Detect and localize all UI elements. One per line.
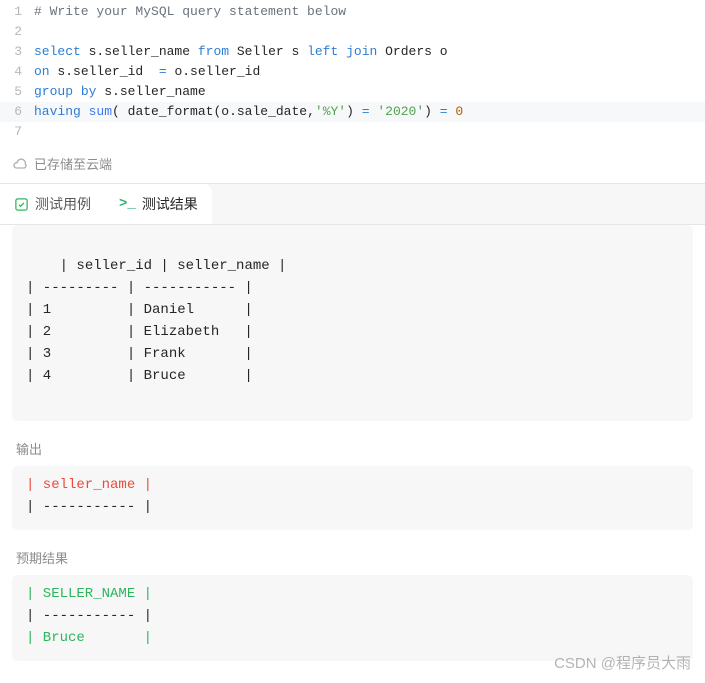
tab-test-results-label: 测试结果	[142, 194, 198, 214]
code-text[interactable]: on s.seller_id = o.seller_id	[34, 62, 705, 82]
tab-bar-wrap: 测试用例 >_ 测试结果	[0, 184, 705, 225]
output-label: 输出	[12, 425, 693, 466]
code-text[interactable]: select s.seller_name from Seller s left …	[34, 42, 705, 62]
line-number: 7	[0, 122, 34, 142]
output-row: | ----------- |	[26, 496, 679, 518]
output-block: | seller_name || ----------- |	[12, 466, 693, 530]
line-number: 6	[0, 102, 34, 122]
checkbox-icon	[14, 197, 29, 212]
editor-line[interactable]: 6having sum( date_format(o.sale_date,'%Y…	[0, 102, 705, 122]
tab-test-cases[interactable]: 测试用例	[0, 184, 105, 224]
prompt-icon: >_	[119, 196, 136, 212]
line-number: 2	[0, 22, 34, 42]
expected-row: | SELLER_NAME |	[26, 583, 679, 605]
tab-test-cases-label: 测试用例	[35, 194, 91, 214]
editor-line[interactable]: 5group by s.seller_name	[0, 82, 705, 102]
code-text[interactable]: group by s.seller_name	[34, 82, 705, 102]
line-number: 3	[0, 42, 34, 62]
cloud-icon	[12, 156, 28, 172]
input-table-text: | seller_id | seller_name | | --------- …	[26, 258, 286, 384]
output-row: | seller_name |	[26, 474, 679, 496]
editor-line[interactable]: 4on s.seller_id = o.seller_id	[0, 62, 705, 82]
code-text[interactable]: having sum( date_format(o.sale_date,'%Y'…	[34, 102, 705, 122]
line-number: 5	[0, 82, 34, 102]
expected-block: | SELLER_NAME || ----------- || Bruce |	[12, 575, 693, 661]
editor-line[interactable]: 3select s.seller_name from Seller s left…	[0, 42, 705, 62]
code-text[interactable]: # Write your MySQL query statement below	[34, 2, 705, 22]
editor-line[interactable]: 1# Write your MySQL query statement belo…	[0, 2, 705, 22]
expected-row: | ----------- |	[26, 605, 679, 627]
cloud-saved-label: 已存储至云端	[34, 154, 112, 173]
input-table-block: | seller_id | seller_name | | --------- …	[12, 225, 693, 421]
tab-test-results[interactable]: >_ 测试结果	[105, 184, 212, 224]
code-editor[interactable]: 1# Write your MySQL query statement belo…	[0, 0, 705, 142]
expected-label: 预期结果	[12, 534, 693, 575]
editor-line[interactable]: 7	[0, 122, 705, 142]
line-number: 4	[0, 62, 34, 82]
editor-line[interactable]: 2	[0, 22, 705, 42]
line-number: 1	[0, 2, 34, 22]
results-pane: | seller_id | seller_name | | --------- …	[0, 225, 705, 683]
tab-bar: 测试用例 >_ 测试结果	[0, 184, 212, 224]
cloud-saved-bar: 已存储至云端	[0, 142, 705, 184]
expected-row: | Bruce |	[26, 627, 679, 649]
code-text[interactable]	[34, 122, 705, 142]
code-text[interactable]	[34, 22, 705, 42]
